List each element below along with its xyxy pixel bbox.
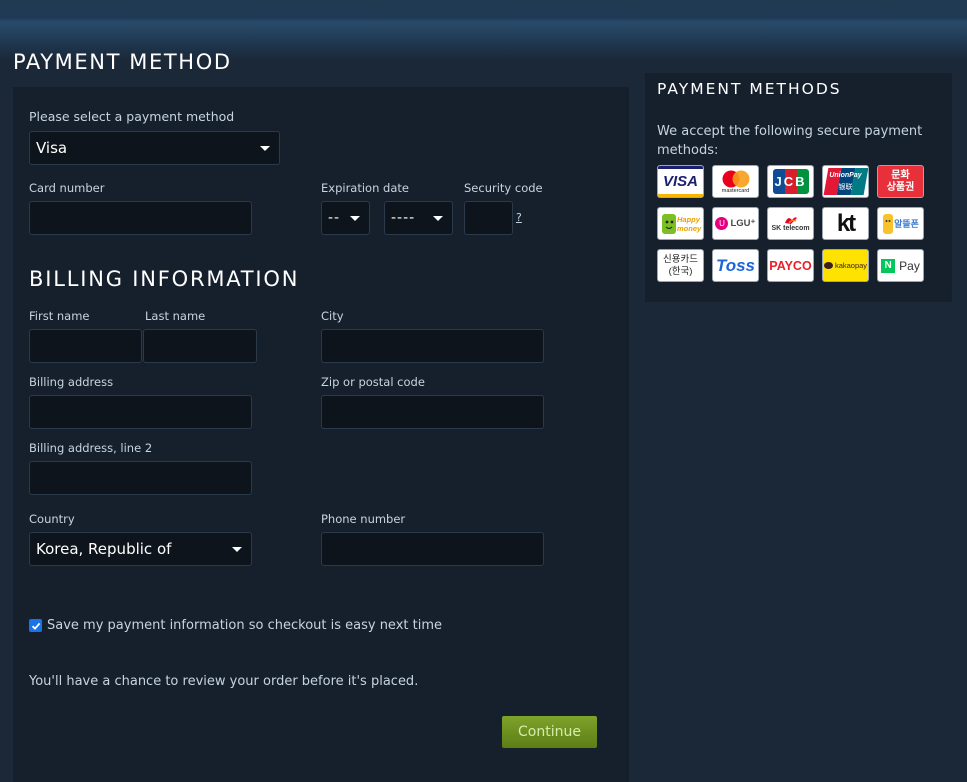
phone-field[interactable] [321, 532, 544, 566]
visa-text: VISA [662, 173, 698, 190]
country-value: Korea, Republic of [36, 540, 172, 558]
continue-button[interactable]: Continue [502, 716, 597, 748]
chevron-down-icon [350, 216, 360, 221]
card-number-field[interactable] [29, 201, 252, 235]
security-code-help-link[interactable]: ? [516, 211, 522, 224]
save-payment-checkbox[interactable] [29, 619, 42, 632]
kt-text: kt [836, 209, 856, 237]
happymoney-text-1: Happy [677, 215, 700, 224]
zip-field[interactable] [321, 395, 544, 429]
country-select[interactable]: Korea, Republic of [29, 532, 252, 566]
sk-telecom-logo: SK telecom [767, 207, 814, 240]
save-payment-label[interactable]: Save my payment information so checkout … [47, 618, 442, 633]
unionpay-text: UnionPay [829, 172, 862, 179]
zip-label: Zip or postal code [321, 375, 425, 389]
chevron-down-icon [260, 146, 270, 151]
culture-voucher-logo: 문화 상품권 [877, 165, 924, 198]
payment-methods-title: PAYMENT METHODS [657, 80, 842, 98]
mastercard-circles-icon [722, 170, 749, 187]
lgu-circle-icon: U [715, 217, 729, 230]
korea-credit-card-text-2: (한국) [668, 265, 693, 277]
sk-butterfly-icon [784, 217, 797, 224]
last-name-label: Last name [145, 309, 206, 323]
alddeul-character-icon [883, 213, 894, 234]
lgu-text: LGU⁺ [730, 218, 756, 229]
security-code-label: Security code [464, 181, 543, 195]
culture-voucher-text-1: 문화 [891, 169, 910, 181]
payco-logo: PAYCO [767, 249, 814, 282]
unionpay-logo: UnionPay 银联 [822, 165, 869, 198]
last-name-field[interactable] [143, 329, 257, 363]
billing-address2-field[interactable] [29, 461, 252, 495]
review-note: You'll have a chance to review your orde… [29, 674, 419, 689]
payment-method-value: Visa [36, 139, 68, 157]
first-name-field[interactable] [29, 329, 142, 363]
exp-year-select[interactable]: ---- [384, 201, 453, 235]
mastercard-logo: mastercard [712, 165, 759, 198]
culture-voucher-text-2: 상품권 [886, 181, 915, 193]
jcb-logo: JCB [767, 165, 814, 198]
country-label: Country [29, 512, 75, 526]
checkmark-icon [31, 622, 40, 630]
korea-credit-card-text-1: 신용카드 [663, 253, 698, 265]
mastercard-text: mastercard [721, 187, 750, 194]
city-field[interactable] [321, 329, 544, 363]
kakaopay-text: kakaopay [834, 261, 868, 270]
kt-logo: kt [822, 207, 869, 240]
unionpay-cn-text: 银联 [838, 184, 853, 191]
billing-address-field[interactable] [29, 395, 252, 429]
exp-year-value: ---- [391, 210, 416, 226]
exp-month-value: -- [328, 210, 341, 226]
visa-bottom-stripe [658, 194, 703, 197]
payment-methods-text: We accept the following secure payment m… [657, 124, 923, 158]
page-title: PAYMENT METHOD [13, 50, 232, 74]
billing-address2-label: Billing address, line 2 [29, 441, 153, 455]
alddeul-text: 알뜰폰 [894, 219, 919, 229]
toss-logo: Toss [712, 249, 759, 282]
billing-address-label: Billing address [29, 375, 114, 389]
security-code-field[interactable] [464, 201, 513, 235]
payment-method-select[interactable]: Visa [29, 131, 280, 165]
card-number-label: Card number [29, 181, 105, 195]
happymoney-text-2: money [677, 224, 702, 233]
kakao-bubble-icon [823, 262, 833, 269]
sk-telecom-text: SK telecom [771, 225, 810, 232]
naverpay-text: Pay [899, 258, 920, 273]
chevron-down-icon [433, 216, 443, 221]
alddeul-phone-logo: 알뜰폰 [877, 207, 924, 240]
city-label: City [321, 309, 344, 323]
jcb-text: JCB [774, 174, 807, 189]
payment-method-label: Please select a payment method [29, 109, 235, 124]
naverpay-logo: N Pay [877, 249, 924, 282]
visa-logo: VISA [657, 165, 704, 198]
happymoney-logo: Happy money [657, 207, 704, 240]
payco-text: PAYCO [769, 258, 812, 273]
korea-credit-card-logo: 신용카드 (한국) [657, 249, 704, 282]
first-name-label: First name [29, 309, 90, 323]
expiration-label: Expiration date [321, 181, 409, 195]
billing-section-title: BILLING INFORMATION [29, 267, 300, 291]
chevron-down-icon [232, 547, 242, 552]
happymoney-text: Happy money [677, 215, 701, 233]
toss-text: Toss [715, 255, 756, 275]
happymoney-character-icon [662, 214, 676, 234]
lgu-logo: U LGU⁺ [712, 207, 759, 240]
kakaopay-logo: kakaopay [822, 249, 869, 282]
naver-n-icon: N [881, 258, 896, 273]
phone-label: Phone number [321, 512, 406, 526]
exp-month-select[interactable]: -- [321, 201, 370, 235]
